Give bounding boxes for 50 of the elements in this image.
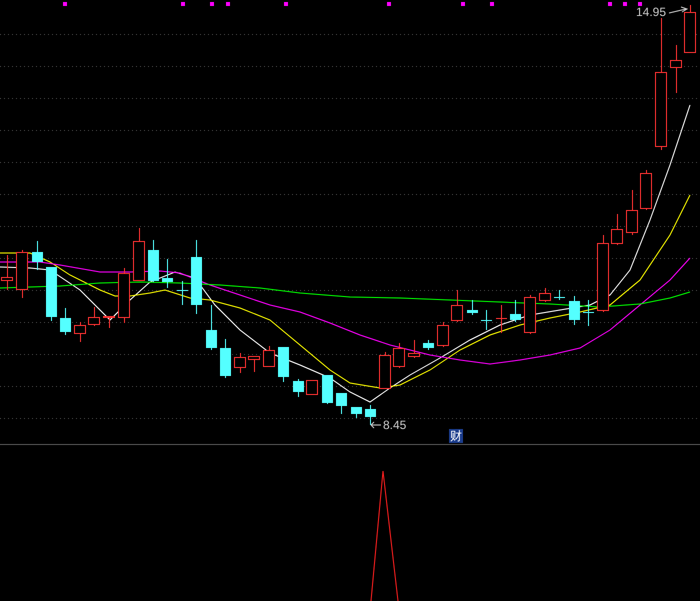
candlestick bbox=[118, 268, 130, 324]
candlestick bbox=[60, 308, 71, 336]
candlestick bbox=[278, 346, 289, 382]
candlestick bbox=[248, 356, 260, 372]
candlestick bbox=[408, 340, 420, 358]
leader-line bbox=[370, 422, 382, 428]
candlestick bbox=[496, 304, 508, 334]
low-price-label: 8.45 bbox=[383, 418, 406, 432]
candlestick bbox=[582, 300, 594, 326]
candlestick bbox=[306, 380, 318, 395]
candlestick bbox=[322, 374, 333, 404]
candlestick bbox=[88, 306, 100, 326]
candlestick bbox=[74, 322, 86, 342]
candlestick bbox=[554, 290, 566, 300]
candlestick bbox=[206, 304, 217, 350]
candlestick bbox=[640, 170, 652, 210]
candlestick bbox=[437, 322, 449, 348]
candlestick bbox=[1, 254, 13, 290]
candlestick bbox=[611, 214, 623, 246]
candlestick bbox=[423, 340, 434, 350]
candlestick bbox=[148, 240, 159, 282]
finance-badge[interactable]: 财 bbox=[449, 429, 463, 443]
candlestick bbox=[220, 338, 231, 378]
high-price-label: 14.95 bbox=[636, 5, 666, 19]
candlestick bbox=[336, 392, 347, 414]
candlestick bbox=[626, 190, 638, 236]
candlestick bbox=[467, 300, 478, 316]
candlestick bbox=[162, 258, 173, 288]
leader-line bbox=[668, 6, 688, 14]
candlestick bbox=[351, 406, 362, 418]
candlestick bbox=[103, 316, 115, 328]
candlestick bbox=[263, 346, 275, 367]
candlestick bbox=[46, 266, 57, 322]
candlestick bbox=[524, 294, 536, 334]
candlestick bbox=[510, 300, 521, 322]
candlestick bbox=[234, 352, 246, 374]
candlestick bbox=[176, 280, 188, 306]
candlestick bbox=[365, 404, 376, 426]
candlestick bbox=[393, 342, 405, 368]
candlestick bbox=[684, 4, 696, 54]
candlestick bbox=[16, 250, 28, 298]
candlestick bbox=[480, 310, 492, 330]
candlestick bbox=[539, 288, 551, 302]
candlestick bbox=[670, 44, 682, 94]
candlestick bbox=[293, 378, 304, 398]
candlestick bbox=[379, 352, 391, 389]
candlestick bbox=[451, 290, 463, 322]
candlestick bbox=[32, 240, 43, 270]
candlestick bbox=[133, 228, 145, 281]
candlestick bbox=[569, 296, 580, 326]
